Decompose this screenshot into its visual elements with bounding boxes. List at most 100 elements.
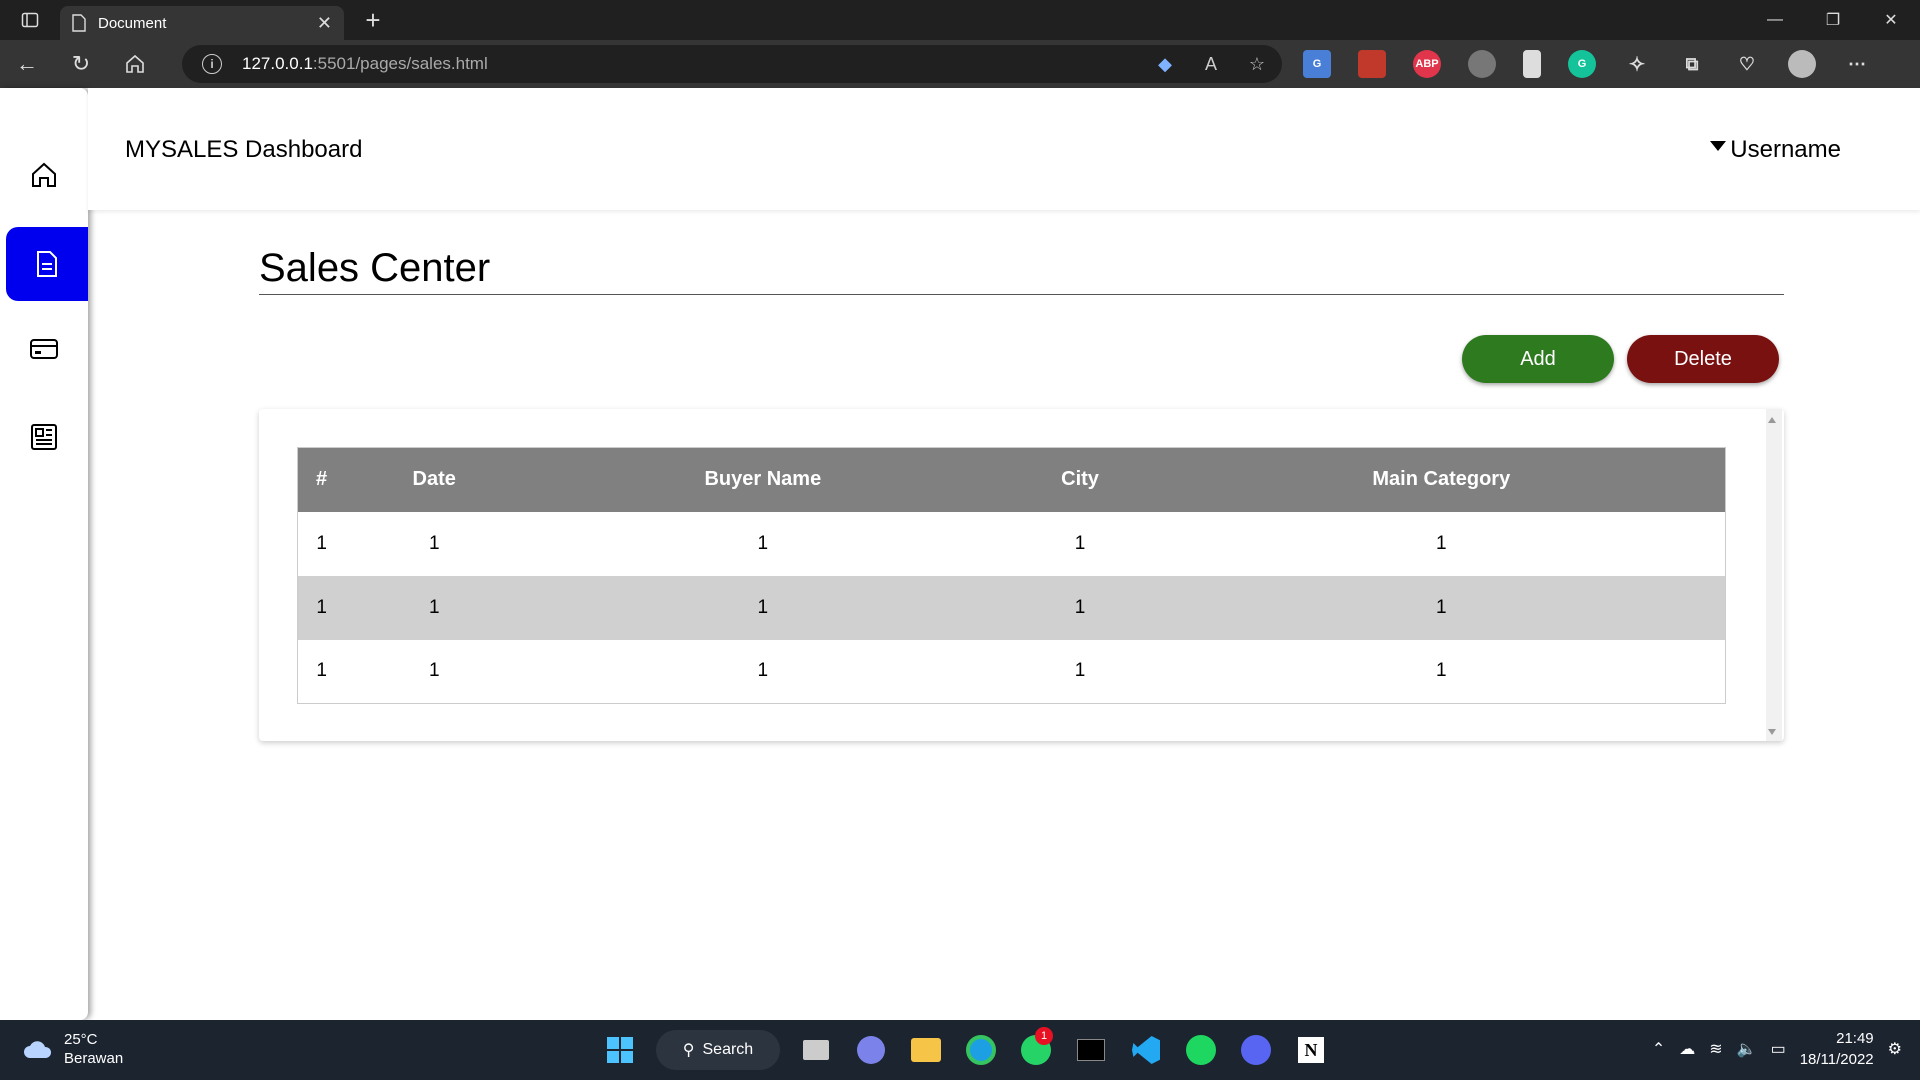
search-icon: ⚲: [682, 1042, 695, 1059]
table-cell: 1: [1436, 660, 1447, 682]
new-tab-button[interactable]: +: [358, 5, 388, 36]
restore-button[interactable]: ❐: [1804, 0, 1862, 40]
home-icon: [32, 162, 56, 187]
notes-extension-icon[interactable]: [1523, 50, 1541, 78]
sidebar-item-payments[interactable]: [0, 312, 88, 386]
minimize-button[interactable]: —: [1746, 0, 1804, 40]
table-cell: 1: [1074, 660, 1086, 682]
notification-center-icon[interactable]: ⚙: [1888, 1039, 1902, 1059]
column-header-buyer-name: Buyer Name: [523, 447, 1003, 512]
edge-browser-icon[interactable]: [962, 1031, 1000, 1069]
health-icon[interactable]: ♡: [1733, 50, 1761, 78]
home-button[interactable]: [108, 40, 162, 88]
extension-icon[interactable]: [1468, 50, 1496, 78]
title-divider: [259, 294, 1784, 295]
tag-icon[interactable]: ◆: [1154, 53, 1176, 75]
site-info-icon[interactable]: i: [202, 54, 222, 74]
column-header-number: #: [297, 447, 346, 512]
close-window-button[interactable]: ✕: [1862, 0, 1920, 40]
document-icon: [37, 251, 57, 277]
caret-down-icon: [1710, 141, 1727, 151]
back-button[interactable]: ←: [0, 40, 54, 88]
table-cell: 1: [316, 660, 327, 682]
more-menu-icon[interactable]: ⋯: [1843, 50, 1871, 78]
page-icon: [72, 14, 86, 32]
tab-title: Document: [98, 14, 167, 32]
sidebar-item-sales[interactable]: [6, 227, 88, 301]
weather-widget[interactable]: 25°C Berawan: [22, 1030, 123, 1068]
wifi-icon[interactable]: ≋: [1709, 1039, 1722, 1059]
username-label: Username: [1730, 136, 1841, 163]
task-view-icon[interactable]: [797, 1031, 835, 1069]
column-header-city: City: [1002, 447, 1158, 512]
read-aloud-icon[interactable]: A: [1200, 53, 1222, 75]
table-cell: 1: [316, 532, 327, 554]
table-row[interactable]: 1 1 1 1 1: [297, 575, 1726, 640]
taskbar: 25°C Berawan ⚲ Search 1 N ⌃ ☁ ≋ 🔈 ▭ 21:4…: [0, 1020, 1920, 1080]
table-row[interactable]: 1 1 1 1 1: [298, 512, 1726, 576]
table-cell: 1: [757, 532, 769, 554]
grammarly-extension-icon[interactable]: G: [1568, 50, 1596, 78]
system-clock[interactable]: 21:49 18/11/2022: [1800, 1028, 1874, 1070]
onedrive-cloud-icon[interactable]: ☁: [1679, 1039, 1695, 1059]
search-label: Search: [702, 1041, 754, 1058]
url-host: 127.0.0.1: [242, 54, 313, 73]
start-button[interactable]: [601, 1031, 639, 1069]
clock-time: 21:49: [1836, 1030, 1874, 1047]
table-cell: 1: [345, 575, 524, 640]
spotify-icon[interactable]: [1182, 1031, 1220, 1069]
brand-title: MYSALES Dashboard: [125, 136, 363, 163]
close-tab-icon[interactable]: ✕: [317, 13, 332, 34]
battery-icon[interactable]: ▭: [1771, 1039, 1786, 1059]
translate-extension-icon[interactable]: G: [1303, 50, 1331, 78]
scroll-up-arrow[interactable]: [1768, 417, 1776, 423]
table-cell: 1: [523, 575, 1003, 640]
chat-icon[interactable]: [852, 1031, 890, 1069]
table-cell: 1: [757, 660, 769, 682]
profile-avatar[interactable]: [1788, 50, 1816, 78]
reload-button[interactable]: ↻: [54, 40, 108, 88]
notification-badge: 1: [1035, 1027, 1053, 1045]
column-header-date: Date: [345, 447, 524, 512]
taskbar-search[interactable]: ⚲ Search: [656, 1030, 780, 1070]
tab-actions-icon[interactable]: [0, 0, 60, 40]
whatsapp-icon[interactable]: 1: [1017, 1027, 1055, 1069]
vscode-icon[interactable]: [1127, 1031, 1165, 1069]
browser-tab[interactable]: Document ✕: [60, 6, 344, 40]
sales-table-card: # Date Buyer Name City Main Category 1 1…: [259, 409, 1784, 741]
table-cell: 1: [1002, 575, 1158, 640]
notion-icon[interactable]: N: [1292, 1031, 1330, 1069]
user-menu[interactable]: Username: [1710, 136, 1841, 164]
browser-tab-bar: Document ✕ + — ❐ ✕: [0, 0, 1920, 40]
volume-icon[interactable]: 🔈: [1737, 1039, 1757, 1059]
add-favorite-icon[interactable]: ☆: [1246, 53, 1268, 75]
column-header-main-category: Main Category: [1157, 447, 1726, 512]
temperature: 25°C: [64, 1031, 98, 1048]
sidebar-item-reports[interactable]: [0, 400, 88, 474]
add-button[interactable]: Add: [1462, 335, 1614, 383]
delete-button[interactable]: Delete: [1627, 335, 1779, 383]
terminal-icon[interactable]: [1072, 1031, 1110, 1069]
collections-icon[interactable]: ⧉: [1678, 50, 1706, 78]
scroll-down-arrow[interactable]: [1768, 729, 1776, 735]
file-explorer-icon[interactable]: [907, 1031, 945, 1069]
table-cell: 1: [1436, 532, 1447, 554]
table-header-row: # Date Buyer Name City Main Category: [297, 447, 1726, 512]
app-header: MYSALES Dashboard Username: [88, 88, 1920, 210]
cloud-icon: [24, 1041, 52, 1058]
table-cell: 1: [1074, 532, 1086, 554]
sidebar-item-home[interactable]: [0, 138, 88, 212]
chevron-up-icon[interactable]: ⌃: [1652, 1039, 1665, 1059]
bookmark-extension-icon[interactable]: [1358, 50, 1386, 78]
adblock-extension-icon[interactable]: ABP: [1413, 50, 1441, 78]
table-row[interactable]: 1 1 1 1 1: [298, 640, 1726, 704]
table-cell: 1: [428, 532, 440, 554]
clock-date: 18/11/2022: [1799, 1051, 1874, 1068]
vertical-scrollbar[interactable]: [1766, 409, 1782, 741]
extensions-puzzle-icon[interactable]: ✧: [1623, 50, 1651, 78]
discord-icon[interactable]: [1237, 1031, 1275, 1069]
sales-table: # Date Buyer Name City Main Category 1 1…: [297, 447, 1726, 704]
sidebar: [0, 88, 88, 1020]
card-icon: [30, 339, 58, 359]
address-bar[interactable]: i 127.0.0.1:5501/pages/sales.html ◆ A ☆: [182, 45, 1282, 83]
